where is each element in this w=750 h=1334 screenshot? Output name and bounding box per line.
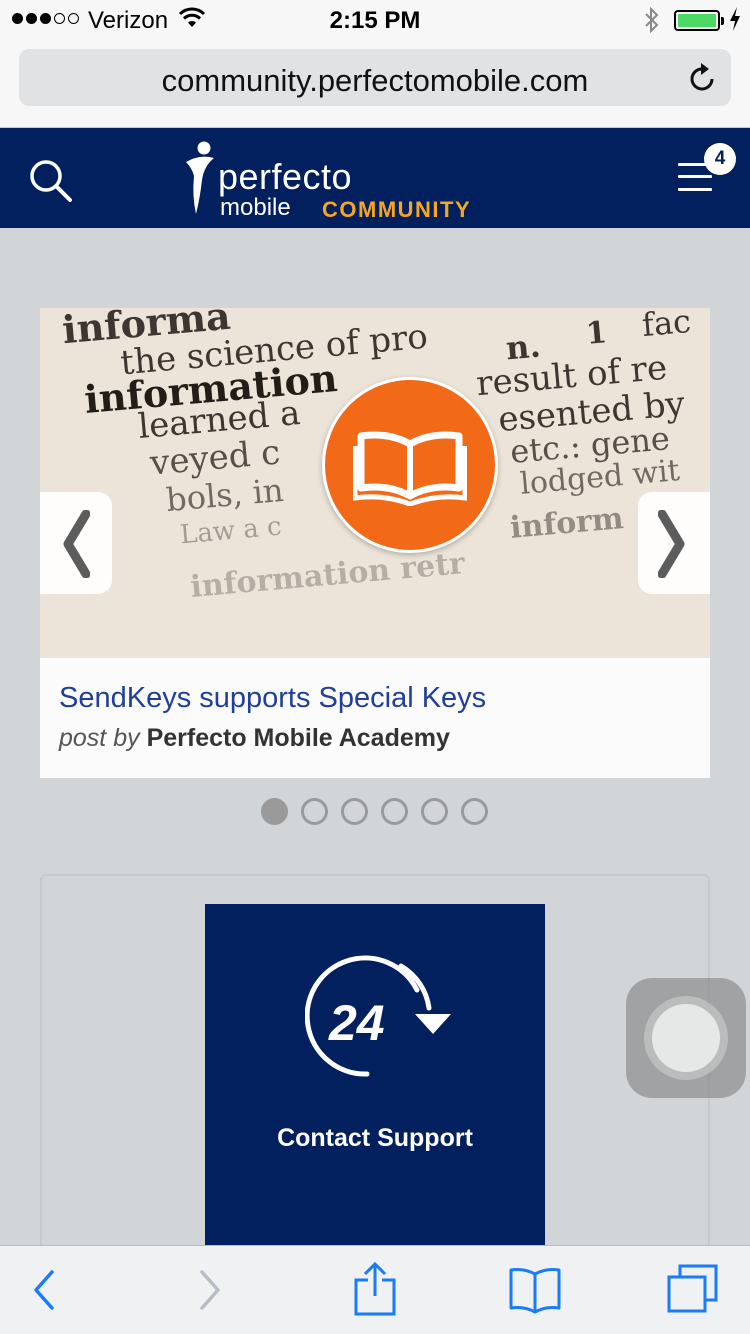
carousel-next-button[interactable] bbox=[638, 492, 710, 594]
pagination-dot[interactable] bbox=[421, 798, 448, 825]
search-icon[interactable] bbox=[28, 158, 74, 204]
share-icon[interactable] bbox=[354, 1262, 396, 1316]
assistive-touch-button[interactable] bbox=[626, 978, 746, 1098]
logo-text-perfecto: perfecto bbox=[218, 156, 353, 197]
contact-support-label[interactable]: Contact Support bbox=[205, 1124, 545, 1153]
hero-text: information retr bbox=[188, 546, 467, 605]
logo-figure-icon bbox=[186, 141, 214, 214]
pagination-dot[interactable] bbox=[261, 798, 288, 825]
status-time: 2:15 PM bbox=[329, 7, 421, 34]
carousel-prev-button[interactable] bbox=[40, 492, 112, 594]
url-text[interactable]: community.perfectomobile.com bbox=[19, 63, 731, 99]
browser-toolbar bbox=[0, 1245, 750, 1334]
post-caption[interactable]: SendKeys supports Special Keys post by P… bbox=[40, 658, 710, 778]
status-bar: Verizon 2:15 PM bbox=[0, 0, 750, 40]
pagination-dot[interactable] bbox=[341, 798, 368, 825]
reload-icon[interactable] bbox=[687, 61, 717, 93]
back-icon[interactable] bbox=[30, 1268, 56, 1312]
hero-text: inform bbox=[508, 501, 625, 546]
byline-prefix: post by bbox=[59, 724, 140, 752]
hero-text: fac bbox=[640, 308, 693, 345]
battery-icon bbox=[674, 10, 724, 31]
carousel-pagination bbox=[261, 798, 488, 825]
support-hours-number: 24 bbox=[328, 995, 385, 1051]
support-24h-icon: 24 bbox=[305, 955, 451, 1077]
bookmarks-icon[interactable] bbox=[508, 1266, 562, 1314]
pagination-dot[interactable] bbox=[301, 798, 328, 825]
chevron-right-icon bbox=[658, 510, 685, 578]
pagination-dot[interactable] bbox=[461, 798, 488, 825]
chevron-left-icon bbox=[63, 510, 90, 578]
hero-text: Law a c bbox=[178, 511, 283, 551]
pagination-dot[interactable] bbox=[381, 798, 408, 825]
open-book-icon bbox=[322, 377, 498, 553]
forward-icon[interactable] bbox=[198, 1268, 224, 1312]
hero-text: 1 bbox=[584, 315, 609, 352]
tabs-icon[interactable] bbox=[666, 1264, 720, 1314]
bluetooth-icon bbox=[645, 6, 659, 34]
post-byline: post by Perfecto Mobile Academy bbox=[59, 724, 450, 753]
address-bar[interactable]: community.perfectomobile.com bbox=[19, 49, 731, 106]
post-title[interactable]: SendKeys supports Special Keys bbox=[59, 682, 486, 715]
logo-text-mobile: mobile bbox=[220, 194, 291, 221]
charging-icon bbox=[730, 7, 740, 31]
logo-text-community: COMMUNITY bbox=[322, 197, 472, 222]
browser-address-area: community.perfectomobile.com bbox=[0, 40, 750, 128]
post-author[interactable]: Perfecto Mobile Academy bbox=[147, 724, 450, 752]
perfecto-community-logo[interactable]: perfecto mobile COMMUNITY bbox=[182, 138, 502, 222]
notification-badge[interactable]: 4 bbox=[704, 143, 736, 175]
contact-support-tile[interactable]: 24 Contact Support bbox=[205, 904, 545, 1264]
